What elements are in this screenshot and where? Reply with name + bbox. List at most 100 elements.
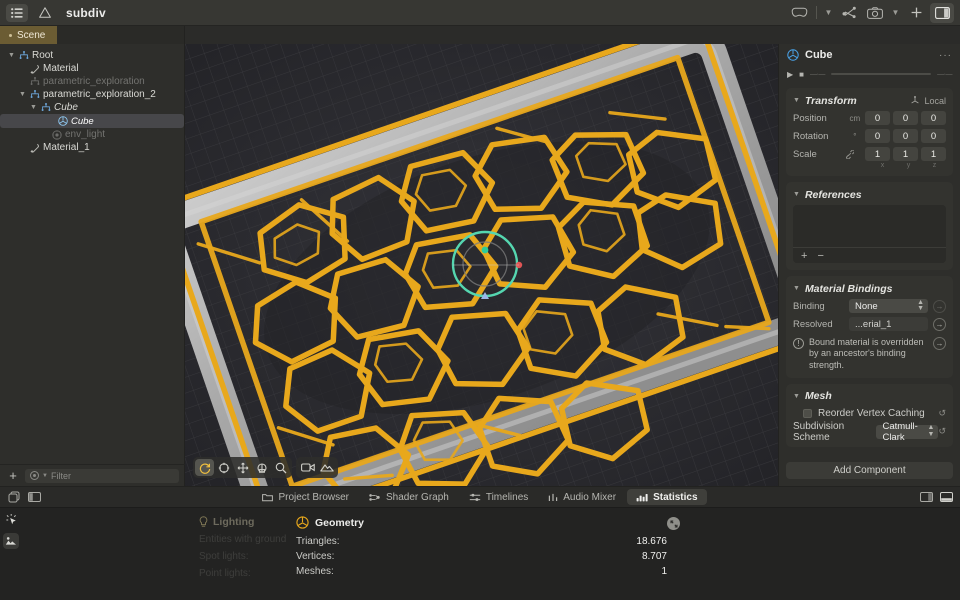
scale-icon[interactable] [252, 459, 271, 476]
tree-item-cube[interactable]: Cube [0, 114, 184, 128]
transform-field-y[interactable]: 0 [893, 111, 918, 125]
tab-statistics[interactable]: Statistics [627, 489, 707, 505]
stop-icon[interactable]: ■ [799, 70, 804, 79]
reorder-vertex-caching-row: Reorder Vertex Caching ↺ [793, 406, 946, 422]
filter-placeholder: Filter [50, 470, 71, 481]
transform-fields: 111 [865, 147, 946, 161]
references-section-header[interactable]: ▼ References [793, 187, 946, 202]
transform-row-label: Position [793, 112, 827, 124]
filter-input[interactable]: ▼ Filter [25, 468, 179, 483]
geometry-title: Geometry [315, 516, 365, 529]
reorder-vertex-caching-checkbox[interactable] [803, 409, 812, 419]
transform-field-x[interactable]: 1 [865, 147, 890, 161]
layers-icon[interactable] [0, 530, 22, 552]
timeline-scrubber[interactable] [830, 73, 932, 75]
tree-item-label: Cube [71, 115, 94, 127]
lighting-title: Lighting [213, 516, 255, 528]
binding-reset-button[interactable]: → [933, 299, 946, 313]
share-nodes-icon[interactable] [837, 3, 861, 23]
plus-icon[interactable] [904, 3, 928, 23]
tab-timelines[interactable]: Timelines [460, 489, 537, 505]
tree-item-parametric-exploration[interactable]: parametric_exploration [0, 75, 184, 88]
scene-outliner-panel: Scene ▼ Root Material parametric_exploratio… [0, 26, 185, 486]
target-icon[interactable] [214, 459, 233, 476]
transform-field-z[interactable]: 0 [921, 111, 946, 125]
menu-list-icon[interactable] [6, 3, 28, 22]
tab-label: Timelines [485, 491, 529, 503]
camera-video-icon[interactable] [298, 459, 317, 476]
axis-y-label: y [906, 162, 911, 169]
transform-space[interactable]: Local [910, 95, 946, 106]
headset-icon[interactable] [787, 3, 811, 23]
mesh-icon [56, 116, 69, 126]
tree-item-material-1[interactable]: Material_1 [0, 141, 184, 154]
tab-label: Statistics [653, 491, 698, 503]
material-bindings-section: ▼ Material Bindings Binding None ▲ ▼ → Re… [786, 276, 953, 378]
resolved-goto-button[interactable]: → [933, 317, 946, 331]
transform-section-header[interactable]: ▼ Transform Local [793, 93, 946, 108]
hierarchy-icon [28, 77, 41, 86]
chevron-down-icon: ▼ [42, 472, 48, 479]
subdivision-scheme-select[interactable]: Catmull-Clark ▲ ▼ [876, 421, 939, 443]
tree-item-parametric-exploration-2[interactable]: ▼ parametric_exploration_2 [0, 88, 184, 101]
warning-goto-button[interactable]: → [933, 337, 946, 350]
axis-z-label: z [932, 162, 937, 169]
transform-field-z[interactable]: 0 [921, 129, 946, 143]
add-reference-button[interactable]: + [801, 250, 807, 262]
tree-item-material[interactable]: Material [0, 62, 184, 75]
tab-shader-graph[interactable]: Shader Graph [360, 489, 458, 505]
references-list[interactable] [793, 205, 946, 247]
transform-field-y[interactable]: 0 [893, 129, 918, 143]
transform-field-y[interactable]: 1 [893, 147, 918, 161]
tab-project-browser[interactable]: Project Browser [253, 489, 358, 505]
play-icon[interactable]: ▶ [787, 70, 793, 79]
lighting-stat-row: Entities with ground [199, 534, 287, 545]
right-panel-icon[interactable] [930, 2, 954, 23]
viewport-3d[interactable] [185, 44, 778, 486]
transform-field-x[interactable]: 0 [865, 111, 890, 125]
tree-item-root[interactable]: ▼ Root [0, 49, 184, 62]
orbit-icon[interactable] [195, 459, 214, 476]
transform-field-z[interactable]: 1 [921, 147, 946, 161]
top-toolbar-right: ▼ ▼ [787, 2, 960, 23]
remove-reference-button[interactable]: − [817, 250, 823, 262]
revert-icon[interactable]: ↺ [938, 408, 946, 419]
terrain-icon[interactable] [317, 459, 336, 476]
tab-audio-mixer[interactable]: Audio Mixer [539, 489, 625, 505]
zoom-icon[interactable] [271, 459, 290, 476]
chevron-down-icon[interactable]: ▼ [28, 104, 39, 111]
camera-icon[interactable] [863, 3, 887, 23]
link-icon[interactable] [845, 149, 865, 159]
collapse-icon[interactable] [667, 517, 680, 530]
tab-scene[interactable]: Scene [0, 26, 58, 44]
tree-item-env-light[interactable]: env_light [0, 128, 184, 141]
revert-icon[interactable]: ↺ [938, 426, 946, 437]
chevron-down-icon[interactable]: ▼ [822, 3, 835, 23]
inspector-menu-button[interactable]: ··· [939, 50, 952, 61]
move-icon[interactable] [233, 459, 252, 476]
binding-select[interactable]: None ▲ ▼ [849, 299, 928, 313]
sparkle-cursor-icon[interactable] [0, 508, 22, 530]
tab-label: Project Browser [278, 491, 350, 503]
tree-item-cube[interactable]: ▼ Cube [0, 101, 184, 114]
tree-item-label: parametric_exploration [43, 76, 145, 87]
timeline-left-tick: —·— [810, 70, 825, 78]
chevron-down-icon[interactable]: ▼ [17, 91, 28, 98]
bottom-panel: Lighting Entities with ground Spot lights… [0, 508, 960, 600]
geometry-stat-label: Meshes: [296, 566, 334, 577]
geometry-stat-value: 8.707 [641, 551, 667, 562]
transform-field-x[interactable]: 0 [865, 129, 890, 143]
add-entity-button[interactable]: + [6, 468, 20, 483]
chevron-down-icon[interactable]: ▼ [889, 3, 902, 23]
binding-warning-text: Bound material is overridden by an ances… [809, 337, 924, 370]
timeline-icon [469, 493, 481, 502]
mesh-section-header[interactable]: ▼ Mesh [793, 389, 946, 404]
chevron-down-icon[interactable]: ▼ [6, 52, 17, 59]
tab-label: Audio Mixer [563, 491, 617, 503]
add-component-button[interactable]: Add Component [786, 462, 953, 479]
warning-triangle-icon[interactable] [34, 4, 56, 22]
geometry-icon [296, 516, 309, 529]
material-bindings-header[interactable]: ▼ Material Bindings [793, 281, 946, 296]
folder-icon [262, 493, 274, 502]
resolved-label: Resolved [793, 318, 833, 330]
